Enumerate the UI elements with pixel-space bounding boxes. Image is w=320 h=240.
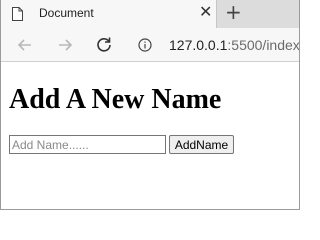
page-title: Add A New Name xyxy=(9,84,222,115)
tab-document[interactable]: Document ✕ xyxy=(1,0,217,28)
page-content: Add A New Name Add Name xyxy=(1,63,299,209)
browser-toolbar: 127.0.0.1:5500/index.h xyxy=(1,28,300,62)
tab-title: Document xyxy=(39,6,94,20)
back-arrow-icon[interactable] xyxy=(15,35,35,55)
address-bar[interactable]: 127.0.0.1:5500/index.h xyxy=(169,37,300,53)
address-host: 127.0.0.1 xyxy=(169,37,228,53)
reload-icon[interactable] xyxy=(94,35,114,55)
browser-window: Document ✕ + 127.0.0.1:5500/index.h Add … xyxy=(0,0,300,210)
name-input[interactable] xyxy=(9,135,166,154)
info-icon[interactable] xyxy=(138,38,152,52)
forward-arrow-icon[interactable] xyxy=(55,35,75,55)
address-path: :5500/index.h xyxy=(227,37,300,53)
close-icon[interactable]: ✕ xyxy=(199,5,212,21)
new-tab-icon[interactable]: + xyxy=(225,2,242,22)
tab-strip: Document ✕ + xyxy=(1,0,299,28)
add-name-button[interactable]: AddName xyxy=(169,135,234,154)
document-icon xyxy=(12,7,23,21)
